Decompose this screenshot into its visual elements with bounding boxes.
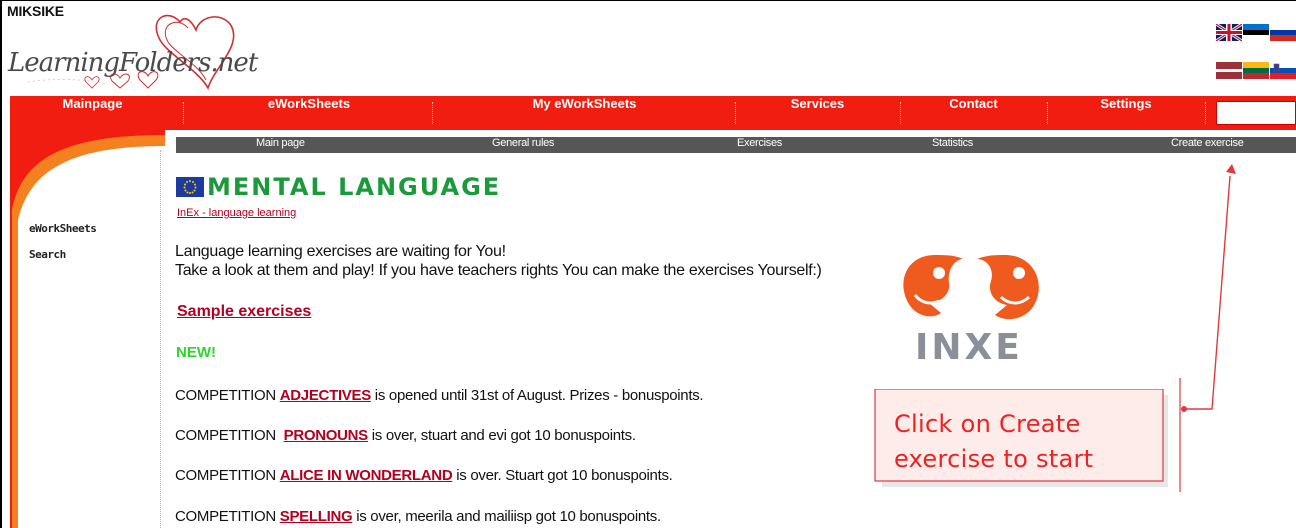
nav-services[interactable]: Services — [735, 96, 900, 130]
nav-my-eworksheets[interactable]: My eWorkSheets — [432, 96, 737, 130]
flag-lithuania-icon[interactable] — [1243, 62, 1269, 79]
intro-line-2: Take a look at them and play! If you hav… — [175, 262, 822, 279]
instruction-callout: Click on Create exercise to start — [872, 389, 1178, 490]
subnav-general-rules[interactable]: General rules — [492, 137, 554, 153]
flag-latvia-icon[interactable] — [1216, 62, 1242, 79]
subnav-statistics[interactable]: Statistics — [932, 137, 973, 153]
flag-russia-icon[interactable] — [1270, 24, 1296, 41]
sidebar-item-search[interactable]: Search — [29, 248, 66, 261]
sidebar-item-eworksheets[interactable]: eWorkSheets — [29, 222, 97, 235]
competition-item: COMPETITION SPELLING is over, meerila an… — [175, 508, 661, 525]
competition-link-pronouns[interactable]: PRONOUNS — [284, 427, 369, 444]
competition-link-alice[interactable]: ALICE IN WONDERLAND — [280, 467, 453, 484]
competition-prefix: COMPETITION — [175, 427, 284, 444]
language-flags — [1216, 24, 1296, 80]
main-navbar: Mainpage eWorkSheets My eWorkSheets Serv… — [10, 96, 1296, 130]
page-title: MENTAL LANGUAGE — [207, 173, 502, 201]
flag-estonia-icon[interactable] — [1243, 24, 1269, 41]
subnav-create-exercise[interactable]: Create exercise — [1171, 137, 1244, 153]
callout-line-1: Click on Create — [894, 410, 1081, 438]
nav-settings[interactable]: Settings — [1047, 96, 1205, 130]
competition-prefix: COMPETITION — [175, 387, 280, 404]
pointer-arrow-icon — [1179, 164, 1236, 492]
competition-item: COMPETITION ALICE IN WONDERLAND is over.… — [175, 467, 673, 484]
new-label: NEW! — [176, 344, 216, 361]
learningfolders-logo[interactable]: LearningFolders.net — [8, 10, 258, 94]
flag-slovenia-icon[interactable] — [1270, 62, 1296, 79]
frame-top-border — [0, 0, 1296, 1]
inxe-wordmark: INXE — [915, 327, 1023, 368]
logo-text: LearningFolders.net — [8, 48, 258, 78]
nav-mainpage[interactable]: Mainpage — [10, 96, 175, 130]
flag-uk-icon[interactable] — [1216, 24, 1242, 41]
competition-link-spelling[interactable]: SPELLING — [280, 508, 353, 525]
intro-line-1: Language learning exercises are waiting … — [175, 243, 506, 260]
competition-suffix: is over, meerila and mailiisp got 10 bon… — [352, 508, 661, 525]
competition-prefix: COMPETITION — [175, 508, 280, 525]
competition-suffix: is opened until 31st of August. Prizes -… — [370, 387, 704, 404]
subnav-main-page[interactable]: Main page — [256, 137, 305, 153]
subnav-exercises[interactable]: Exercises — [737, 137, 782, 153]
callout-text: Click on Create exercise to start — [894, 407, 1169, 477]
competition-item: COMPETITION PRONOUNS is over, stuart and… — [175, 427, 636, 444]
competition-prefix: COMPETITION — [175, 467, 280, 484]
sample-exercises-link[interactable]: Sample exercises — [177, 303, 311, 321]
frame-left-border — [0, 0, 2, 528]
competition-link-adjectives[interactable]: ADJECTIVES — [280, 387, 372, 404]
nav-contact[interactable]: Contact — [900, 96, 1047, 130]
competition-suffix: is over. Stuart got 10 bonuspoints. — [452, 467, 673, 484]
sub-navbar: Main page General rules Exercises Statis… — [176, 137, 1296, 153]
inxe-logo: INXE — [895, 245, 1065, 370]
nav-separator — [1205, 102, 1206, 124]
inex-link[interactable]: InEx - language learning — [177, 207, 296, 219]
competition-suffix: is over, stuart and evi got 10 bonuspoin… — [367, 427, 636, 444]
sidebar-orange-curve — [10, 130, 165, 528]
callout-line-2: exercise to start — [894, 445, 1094, 473]
competition-item: COMPETITION ADJECTIVES is opened until 3… — [175, 387, 704, 404]
content-divider — [160, 150, 161, 528]
search-input[interactable] — [1216, 101, 1296, 125]
nav-eworksheets[interactable]: eWorkSheets — [184, 96, 434, 130]
eu-flag-icon — [176, 177, 204, 197]
